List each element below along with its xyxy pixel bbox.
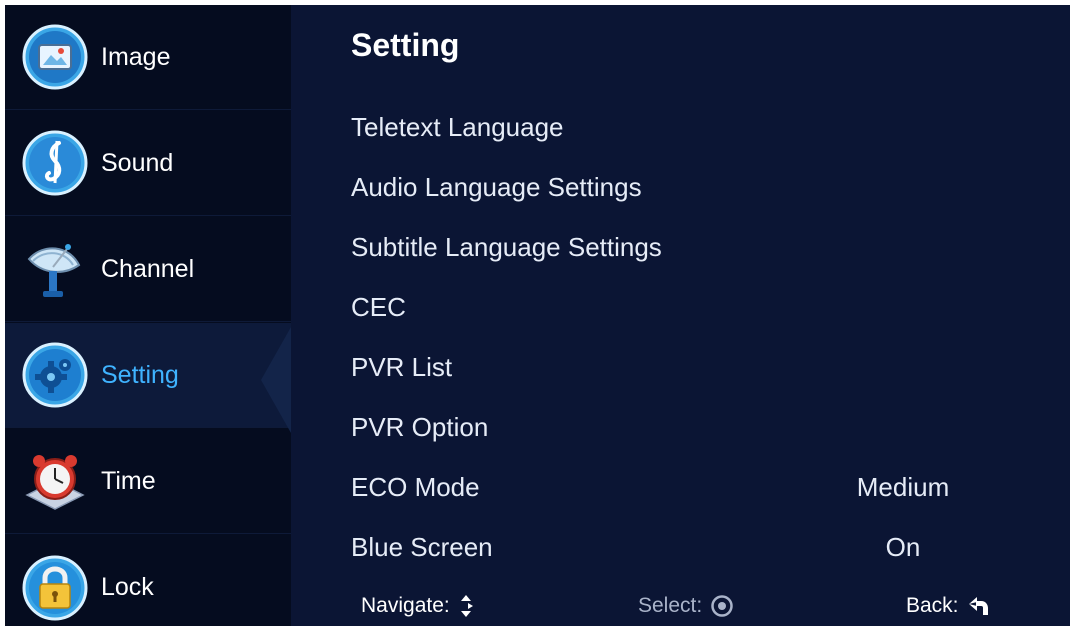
sidebar-item-label: Sound	[101, 148, 174, 177]
ok-button-icon	[711, 595, 733, 617]
footer-select-hint: Select:	[638, 591, 734, 621]
menu-item-teletext-language[interactable]: Teletext Language	[351, 102, 1051, 152]
footer-navigate-hint: Navigate:	[361, 591, 474, 621]
menu-item-label: Subtitle Language Settings	[351, 231, 662, 262]
satellite-dish-icon	[21, 235, 89, 303]
music-note-icon	[21, 129, 89, 197]
menu-item-label: PVR Option	[351, 411, 489, 442]
tv-menu-screen: Image Sound Channel Setting Time Lock Se…	[5, 5, 1070, 626]
eco-mode-value: Medium	[856, 471, 950, 502]
sidebar: Image Sound Channel Setting Time Lock	[5, 5, 291, 626]
menu-item-cec[interactable]: CEC	[351, 282, 1051, 332]
sidebar-item-label: Channel	[101, 254, 195, 283]
select-label: Select:	[638, 594, 703, 617]
menu-item-label: PVR List	[351, 351, 453, 382]
sidebar-item-label: Lock	[101, 573, 154, 601]
menu-item-pvr-option[interactable]: PVR Option	[351, 402, 1051, 452]
menu-item-pvr-list[interactable]: PVR List	[351, 342, 1051, 392]
image-icon	[21, 23, 89, 91]
padlock-icon	[21, 554, 89, 622]
menu-item-label: CEC	[351, 291, 406, 322]
navigate-label: Navigate:	[361, 594, 450, 617]
page-title: Setting	[351, 27, 460, 63]
menu-item-subtitle-language-settings[interactable]: Subtitle Language Settings	[351, 222, 1051, 272]
menu-item-audio-language-settings[interactable]: Audio Language Settings	[351, 162, 1051, 212]
active-item-pointer	[261, 327, 291, 433]
menu-item-label: Audio Language Settings	[351, 171, 642, 202]
sidebar-item-label: Time	[101, 466, 156, 495]
sidebar-item-lock[interactable]: Lock	[5, 535, 291, 626]
menu-item-label: ECO Mode	[351, 471, 480, 502]
back-arrow-icon	[968, 597, 988, 615]
menu-item-blue-screen[interactable]: Blue Screen On	[351, 522, 1051, 572]
back-label: Back:	[906, 594, 959, 617]
sidebar-item-image[interactable]: Image	[5, 5, 291, 110]
blue-screen-value: On	[885, 531, 921, 562]
sidebar-item-sound[interactable]: Sound	[5, 111, 291, 216]
menu-item-eco-mode[interactable]: ECO Mode Medium	[351, 462, 1051, 512]
menu-item-label: Teletext Language	[351, 111, 564, 142]
sidebar-item-time[interactable]: Time	[5, 429, 291, 534]
sidebar-item-label: Image	[101, 42, 171, 71]
gear-icon	[21, 341, 89, 409]
up-down-arrow-icon	[460, 595, 473, 617]
sidebar-item-setting[interactable]: Setting	[5, 323, 291, 428]
footer-back-hint: Back:	[906, 591, 991, 621]
sidebar-item-label: Setting	[101, 360, 179, 389]
alarm-clock-icon	[21, 447, 89, 515]
menu-item-label: Blue Screen	[351, 531, 493, 562]
sidebar-item-channel[interactable]: Channel	[5, 217, 291, 322]
